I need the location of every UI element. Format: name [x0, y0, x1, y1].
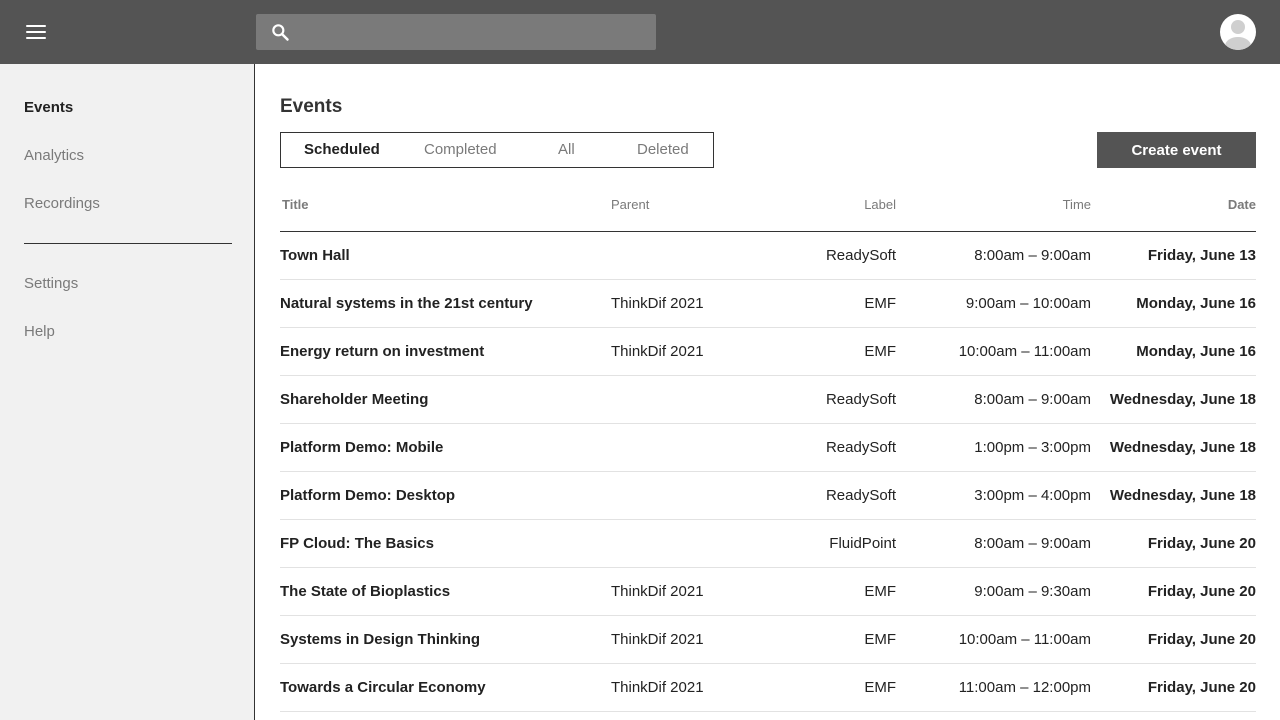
event-date: Friday, June 20 — [1147, 535, 1256, 552]
event-parent: ThinkDif 2021 — [611, 343, 704, 360]
event-time: 9:00am – 9:30am — [974, 583, 1091, 600]
event-date: Monday, June 16 — [1136, 343, 1256, 360]
event-label: ReadySoft — [825, 391, 896, 408]
table-row[interactable]: Towards a Circular Economy ThinkDif 2021 E… — [280, 664, 1256, 712]
event-date: Friday, June 20 — [1147, 679, 1256, 696]
sidebar-item-settings[interactable]: Settings — [24, 275, 78, 292]
sidebar-item-recordings[interactable]: Recordings — [24, 195, 100, 212]
event-title: Town Hall — [280, 247, 350, 264]
event-time: 1:00pm – 3:00pm — [974, 439, 1091, 456]
event-date: Friday, June 13 — [1147, 247, 1256, 264]
event-title: Shareholder Meeting — [280, 391, 429, 408]
table-body: Town Hall ReadySoft 8:00am – 9:00am Friday,… — [280, 232, 1256, 712]
event-date: Wednesday, June 18 — [1109, 391, 1256, 408]
event-time: 3:00pm – 4:00pm — [974, 487, 1091, 504]
event-title: Towards a Circular Economy — [280, 679, 486, 696]
event-time: 8:00am – 9:00am — [974, 247, 1091, 264]
event-label: FluidPoint — [829, 535, 896, 552]
menu-icon-bar — [26, 25, 46, 27]
event-time: 9:00am – 10:00am — [965, 295, 1091, 312]
user-avatar-button[interactable] — [1220, 14, 1256, 50]
table-row[interactable]: The State of Bioplastics ThinkDif 2021 EMF… — [280, 568, 1256, 616]
table-row[interactable]: Town Hall ReadySoft 8:00am – 9:00am Friday,… — [280, 232, 1256, 280]
events-table: Title Parent Label Time Date Town Hall Re… — [280, 192, 1256, 712]
event-date: Friday, June 20 — [1147, 631, 1256, 648]
table-row[interactable]: Platform Demo: Mobile ReadySoft 1:00pm – 3… — [280, 424, 1256, 472]
tab-completed[interactable]: Completed — [424, 133, 497, 167]
event-time: 8:00am – 9:00am — [974, 391, 1091, 408]
sidebar-divider — [24, 243, 232, 244]
event-time: 8:00am – 9:00am — [974, 535, 1091, 552]
event-label: EMF — [864, 343, 896, 360]
event-title: The State of Bioplastics — [280, 583, 451, 600]
table-header: Title Parent Label Time Date — [280, 192, 1256, 232]
menu-icon-bar — [26, 31, 46, 33]
table-row[interactable]: Systems in Design Thinking ThinkDif 2021 E… — [280, 616, 1256, 664]
event-title: FP Cloud: The Basics — [280, 535, 434, 552]
sidebar: Events Analytics Recordings Settings Hel… — [0, 64, 255, 720]
menu-button[interactable] — [20, 20, 52, 44]
search-bar[interactable] — [256, 14, 656, 50]
tab-scheduled[interactable]: Scheduled — [304, 133, 380, 167]
table-row[interactable]: Platform Demo: Desktop ReadySoft 3:00pm – … — [280, 472, 1256, 520]
column-header-label[interactable]: Label — [864, 197, 896, 212]
event-label: ReadySoft — [825, 439, 896, 456]
main-content: Events Scheduled Completed All Deleted C… — [256, 64, 1280, 720]
user-avatar-icon — [1225, 20, 1251, 50]
event-label: ReadySoft — [825, 487, 896, 504]
table-row[interactable]: Shareholder Meeting ReadySoft 8:00am – 9:0… — [280, 376, 1256, 424]
search-input[interactable] — [300, 14, 648, 50]
event-time: 11:00am – 12:00pm — [958, 679, 1091, 696]
create-event-button[interactable]: Create event — [1097, 132, 1256, 168]
column-header-parent[interactable]: Parent — [611, 197, 649, 212]
event-parent: ThinkDif 2021 — [611, 631, 704, 648]
sidebar-item-analytics[interactable]: Analytics — [24, 147, 84, 164]
event-title: Systems in Design Thinking — [280, 631, 481, 648]
page-title: Events — [280, 96, 343, 117]
event-title: Platform Demo: Mobile — [280, 439, 444, 456]
event-label: EMF — [864, 583, 896, 600]
sidebar-item-help[interactable]: Help — [24, 323, 55, 340]
event-label: EMF — [864, 679, 896, 696]
event-title: Platform Demo: Desktop — [280, 487, 456, 504]
table-row[interactable]: Energy return on investment ThinkDif 2021… — [280, 328, 1256, 376]
event-label: EMF — [864, 295, 896, 312]
sidebar-item-events[interactable]: Events — [24, 99, 73, 116]
column-header-title[interactable]: Title — [282, 197, 309, 212]
event-parent: ThinkDif 2021 — [611, 679, 704, 696]
event-filter-tabs: Scheduled Completed All Deleted — [280, 132, 714, 168]
tab-deleted[interactable]: Deleted — [637, 133, 689, 167]
event-date: Wednesday, June 18 — [1109, 487, 1256, 504]
table-row[interactable]: FP Cloud: The Basics FluidPoint 8:00am – 9… — [280, 520, 1256, 568]
event-time: 10:00am – 11:00am — [958, 343, 1091, 360]
column-header-time[interactable]: Time — [1063, 197, 1091, 212]
column-header-date[interactable]: Date — [1228, 197, 1256, 212]
event-parent: ThinkDif 2021 — [611, 583, 704, 600]
table-row[interactable]: Natural systems in the 21st century Think… — [280, 280, 1256, 328]
event-date: Wednesday, June 18 — [1109, 439, 1256, 456]
top-app-bar — [0, 0, 1280, 64]
search-icon — [272, 24, 289, 41]
tab-all[interactable]: All — [558, 133, 575, 167]
event-time: 10:00am – 11:00am — [958, 631, 1091, 648]
event-label: EMF — [864, 631, 896, 648]
event-date: Friday, June 20 — [1147, 583, 1256, 600]
event-title: Energy return on investment — [280, 343, 485, 360]
menu-icon-bar — [26, 37, 46, 39]
event-parent: ThinkDif 2021 — [611, 295, 704, 312]
event-date: Monday, June 16 — [1136, 295, 1256, 312]
event-title: Natural systems in the 21st century — [280, 295, 533, 312]
event-label: ReadySoft — [825, 247, 896, 264]
